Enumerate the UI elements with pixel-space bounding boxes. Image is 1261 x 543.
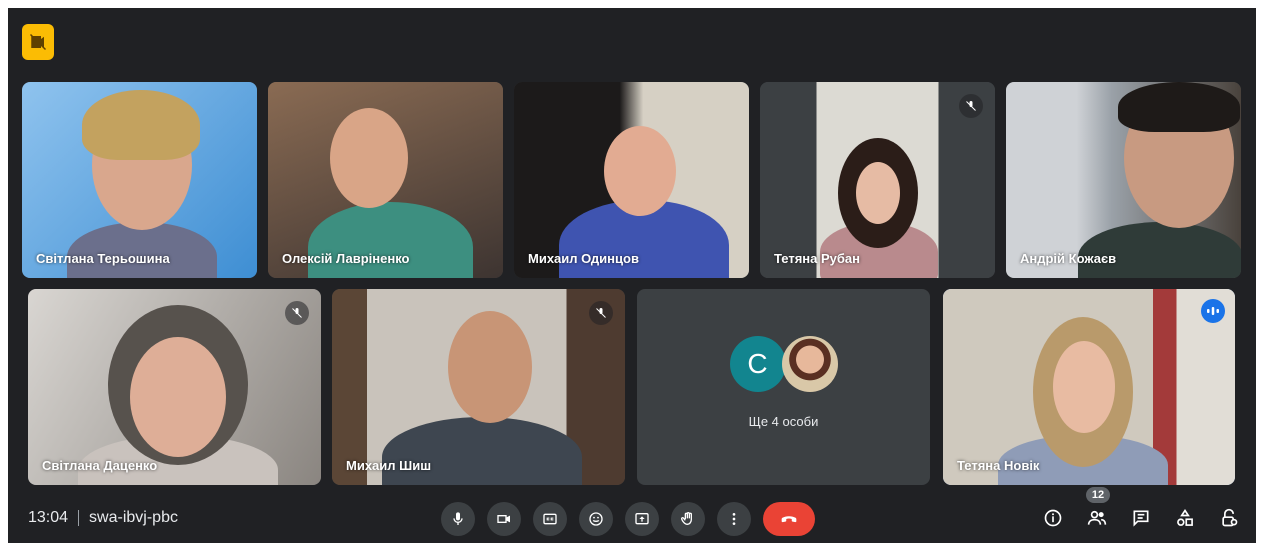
host-controls-icon[interactable] [1216, 505, 1242, 531]
meeting-code[interactable]: swa-ibvj-pbc [89, 509, 178, 527]
participant-video [943, 289, 1235, 485]
divider [78, 510, 80, 526]
bottom-toolbar: 13:04 swa-ibvj-pbc 12 [8, 487, 1256, 543]
more-icon[interactable] [717, 502, 751, 536]
participant-name: Тетяна Рубан [774, 251, 861, 266]
info-icon[interactable] [1040, 505, 1066, 531]
avatar: С [729, 335, 786, 392]
meet-window: Світлана Терьошина Олексій Лавріненко Ми… [8, 8, 1256, 543]
chat-icon[interactable] [1128, 505, 1154, 531]
emoji-icon[interactable] [579, 502, 613, 536]
people-icon[interactable]: 12 [1084, 487, 1110, 531]
others-tile[interactable]: С Ще 4 особи [637, 289, 930, 485]
participant-tile[interactable]: Михаил Одинцов [514, 82, 749, 278]
participant-name: Світлана Даценко [42, 458, 158, 473]
participant-tile[interactable]: Михаил Шиш [332, 289, 625, 485]
others-count-label: Ще 4 особи [748, 413, 819, 429]
participant-name: Михаил Шиш [346, 458, 432, 473]
avatar [781, 335, 838, 392]
participant-tile[interactable]: Світлана Даценко [28, 289, 321, 485]
mic-off-icon [959, 94, 983, 118]
participant-video [22, 82, 257, 278]
mic-off-icon [285, 301, 309, 325]
participant-name: Тетяна Новік [957, 458, 1040, 473]
mic-off-icon [589, 301, 613, 325]
participant-video [332, 289, 625, 485]
participant-name: Олексій Лавріненко [282, 251, 410, 266]
speaking-indicator-icon [1201, 299, 1225, 323]
mic-icon[interactable] [441, 502, 475, 536]
camera-icon[interactable] [487, 502, 521, 536]
participant-video [268, 82, 503, 278]
participant-tile[interactable]: Світлана Терьошина [22, 82, 257, 278]
participant-video [514, 82, 749, 278]
meeting-info: 13:04 swa-ibvj-pbc [28, 509, 178, 527]
activities-icon[interactable] [1172, 505, 1198, 531]
recording-off-icon[interactable] [22, 24, 54, 60]
participant-name: Світлана Терьошина [36, 251, 170, 266]
participant-tile[interactable]: Олексій Лавріненко [268, 82, 503, 278]
participant-video [28, 289, 321, 485]
raise-hand-icon[interactable] [671, 502, 705, 536]
participant-tile[interactable]: Андрій Кожаєв [1006, 82, 1241, 278]
participant-name: Михаил Одинцов [528, 251, 639, 266]
participant-tile[interactable]: Тетяна Новік [943, 289, 1235, 485]
call-controls [441, 502, 815, 536]
captions-icon[interactable] [533, 502, 567, 536]
present-icon[interactable] [625, 502, 659, 536]
participant-video [1006, 82, 1241, 278]
side-controls: 12 [1040, 487, 1242, 531]
participant-count-badge: 12 [1086, 487, 1110, 503]
end-call-icon[interactable] [763, 502, 815, 536]
participant-name: Андрій Кожаєв [1020, 251, 1117, 266]
meeting-time: 13:04 [28, 509, 69, 526]
participant-tile[interactable]: Тетяна Рубан [760, 82, 995, 278]
